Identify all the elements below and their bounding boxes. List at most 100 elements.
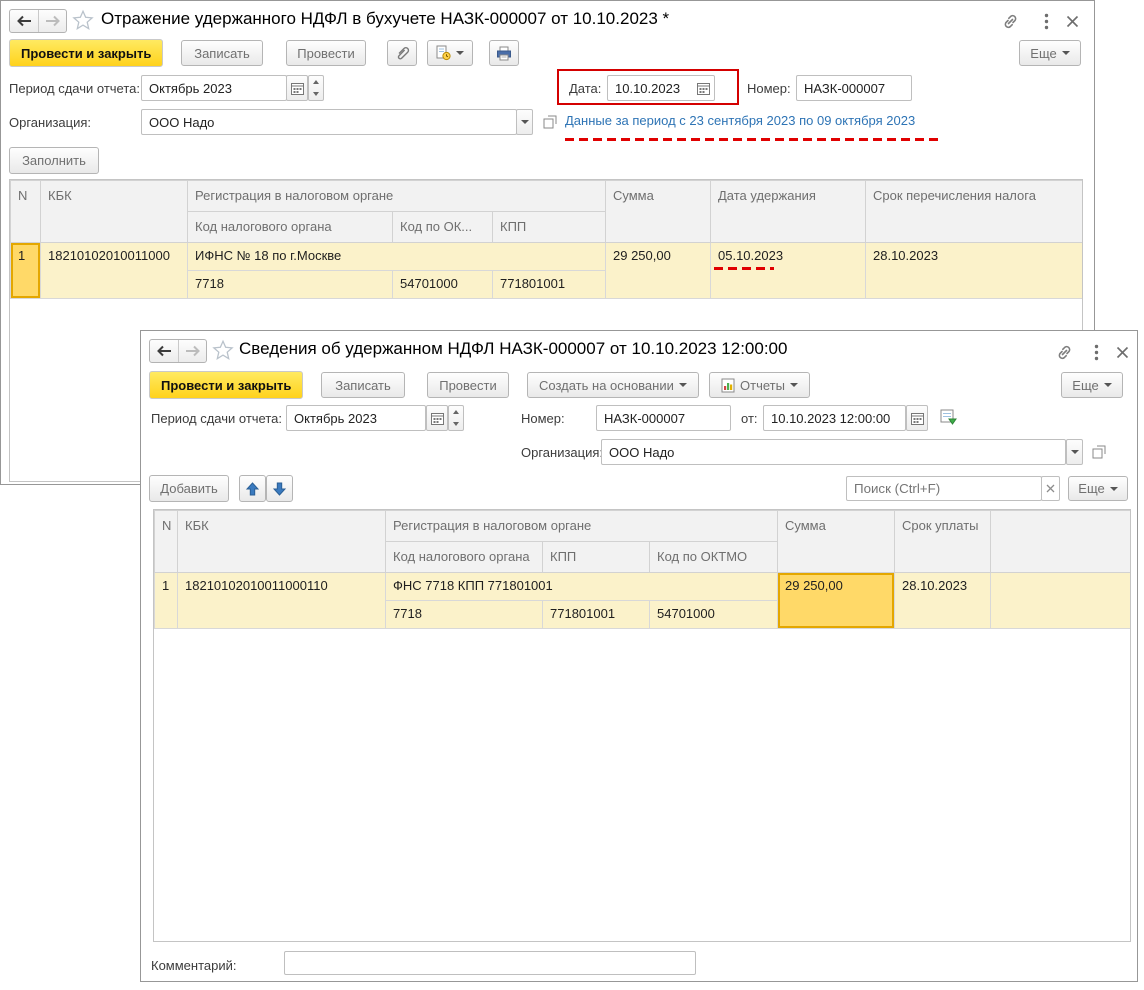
star-icon	[72, 9, 94, 30]
from-datetime-input[interactable]: 10.10.2023 12:00:00	[763, 405, 906, 431]
col-header-kpp: КПП	[542, 541, 650, 573]
dropdown-caret-icon	[456, 51, 464, 55]
cell-kpp[interactable]: 771801001	[542, 600, 650, 629]
cell-sum[interactable]: 29 250,00	[605, 242, 711, 299]
number-input[interactable]: НАЗК-000007	[796, 75, 912, 101]
period-calendar-button[interactable]	[426, 405, 448, 431]
period-input[interactable]: Октябрь 2023	[286, 405, 426, 431]
report-icon	[721, 378, 735, 392]
more-button[interactable]: Еще	[1061, 372, 1123, 398]
annotation-date-highlight-box	[557, 69, 739, 105]
spin-up-icon	[313, 80, 319, 84]
kebab-menu-button[interactable]	[1037, 10, 1055, 32]
from-label: от:	[741, 411, 758, 426]
cell-sum[interactable]: 29 250,00	[777, 572, 895, 629]
more-button[interactable]: Еще	[1019, 40, 1081, 66]
post-button[interactable]: Провести	[427, 372, 509, 398]
cell-tax-office[interactable]: ФНС 7718 КПП 771801001	[385, 572, 778, 601]
forward-arrow-icon	[185, 345, 200, 357]
period-label: Период сдачи отчета:	[9, 81, 141, 96]
period-spinner[interactable]	[448, 405, 464, 431]
cell-kbk[interactable]: 18210102010011000	[40, 242, 188, 299]
spinner-up-button[interactable]	[449, 406, 463, 418]
table-row: 1 18210102010011000 ИФНС № 18 по г.Москв…	[10, 242, 1082, 299]
favorite-star-button[interactable]	[71, 8, 95, 32]
cell-n[interactable]: 1	[10, 242, 41, 299]
save-button[interactable]: Записать	[321, 372, 405, 398]
period-spinner[interactable]	[308, 75, 324, 101]
post-and-close-button[interactable]: Провести и закрыть	[149, 371, 304, 399]
back-button[interactable]	[150, 340, 178, 362]
cell-pay-deadline[interactable]: 28.10.2023	[894, 572, 991, 629]
from-datetime-value: 10.10.2023 12:00:00	[771, 410, 891, 426]
print-button[interactable]	[489, 40, 519, 66]
get-link-button[interactable]	[999, 10, 1021, 32]
cell-transfer-deadline[interactable]: 28.10.2023	[865, 242, 1082, 299]
cell-kpp[interactable]: 771801001	[492, 270, 606, 299]
open-form-icon	[543, 115, 557, 129]
cell-ok-code[interactable]: 54701000	[392, 270, 493, 299]
close-button[interactable]	[1111, 341, 1133, 363]
post-button[interactable]: Провести	[286, 40, 366, 66]
comment-input[interactable]	[284, 951, 696, 975]
col-header-ok-code: Код по ОК...	[392, 211, 493, 243]
kebab-menu-button[interactable]	[1087, 341, 1105, 363]
number-input[interactable]: НАЗК-000007	[596, 405, 731, 431]
open-form-icon	[1092, 445, 1106, 459]
organization-dropdown-button[interactable]	[516, 109, 533, 135]
period-input[interactable]: Октябрь 2023	[141, 75, 287, 101]
reports-button[interactable]: Отчеты	[709, 372, 810, 398]
add-row-label: Добавить	[160, 481, 218, 496]
paperclip-icon	[397, 47, 409, 60]
reflection-table: N КБК Регистрация в налоговом органе Сум…	[10, 180, 1082, 299]
nav-history-group	[149, 339, 207, 363]
register-records-button[interactable]	[938, 407, 958, 427]
number-label: Номер:	[747, 81, 791, 96]
copy-periodic-button[interactable]	[427, 40, 473, 66]
get-link-button[interactable]	[1053, 341, 1075, 363]
spinner-down-button[interactable]	[309, 88, 323, 100]
organization-input[interactable]: ООО Надо	[601, 439, 1066, 465]
move-down-button[interactable]	[266, 475, 293, 502]
back-button[interactable]	[10, 10, 38, 32]
post-and-close-label: Провести и закрыть	[21, 45, 152, 61]
fill-button[interactable]: Заполнить	[9, 147, 99, 174]
forward-button[interactable]	[38, 10, 66, 32]
cell-tax-code[interactable]: 7718	[385, 600, 543, 629]
table-row: 1 18210102010011000110 ФНС 7718 КПП 7718…	[154, 572, 1130, 629]
kebab-icon	[1044, 13, 1048, 29]
search-clear-button[interactable]	[1041, 476, 1060, 501]
organization-dropdown-button[interactable]	[1066, 439, 1083, 465]
from-calendar-button[interactable]	[906, 405, 928, 431]
add-row-button[interactable]: Добавить	[149, 475, 229, 502]
organization-open-button[interactable]	[1089, 441, 1109, 463]
back-arrow-icon	[157, 345, 171, 357]
cell-oktmo[interactable]: 54701000	[649, 600, 778, 629]
forward-button[interactable]	[178, 340, 206, 362]
favorite-star-button[interactable]	[211, 338, 235, 362]
period-calendar-button[interactable]	[286, 75, 308, 101]
move-up-button[interactable]	[239, 475, 266, 502]
cell-empty[interactable]	[990, 572, 1130, 629]
comment-label: Комментарий:	[151, 958, 237, 973]
cell-kbk[interactable]: 18210102010011000110	[177, 572, 386, 629]
table-more-button[interactable]: Еще	[1068, 476, 1128, 501]
search-input[interactable]	[846, 476, 1042, 501]
post-and-close-button[interactable]: Провести и закрыть	[9, 39, 164, 67]
cell-tax-code[interactable]: 7718	[187, 270, 393, 299]
spinner-down-button[interactable]	[449, 418, 463, 430]
close-button[interactable]	[1061, 10, 1083, 32]
post-label: Провести	[439, 377, 497, 393]
organization-open-button[interactable]	[540, 111, 560, 133]
spinner-up-button[interactable]	[309, 76, 323, 88]
cell-tax-office[interactable]: ИФНС № 18 по г.Москве	[187, 242, 606, 271]
save-button[interactable]: Записать	[181, 40, 263, 66]
period-data-link[interactable]: Данные за период с 23 сентября 2023 по 0…	[565, 113, 915, 128]
create-based-on-button[interactable]: Создать на основании	[527, 372, 699, 398]
cell-n[interactable]: 1	[154, 572, 178, 629]
dropdown-caret-icon	[678, 383, 687, 387]
cell-withhold-date[interactable]: 05.10.2023	[710, 242, 866, 299]
attachments-button[interactable]	[387, 40, 417, 66]
spin-up-icon	[453, 410, 459, 414]
organization-input[interactable]: ООО Надо	[141, 109, 517, 135]
